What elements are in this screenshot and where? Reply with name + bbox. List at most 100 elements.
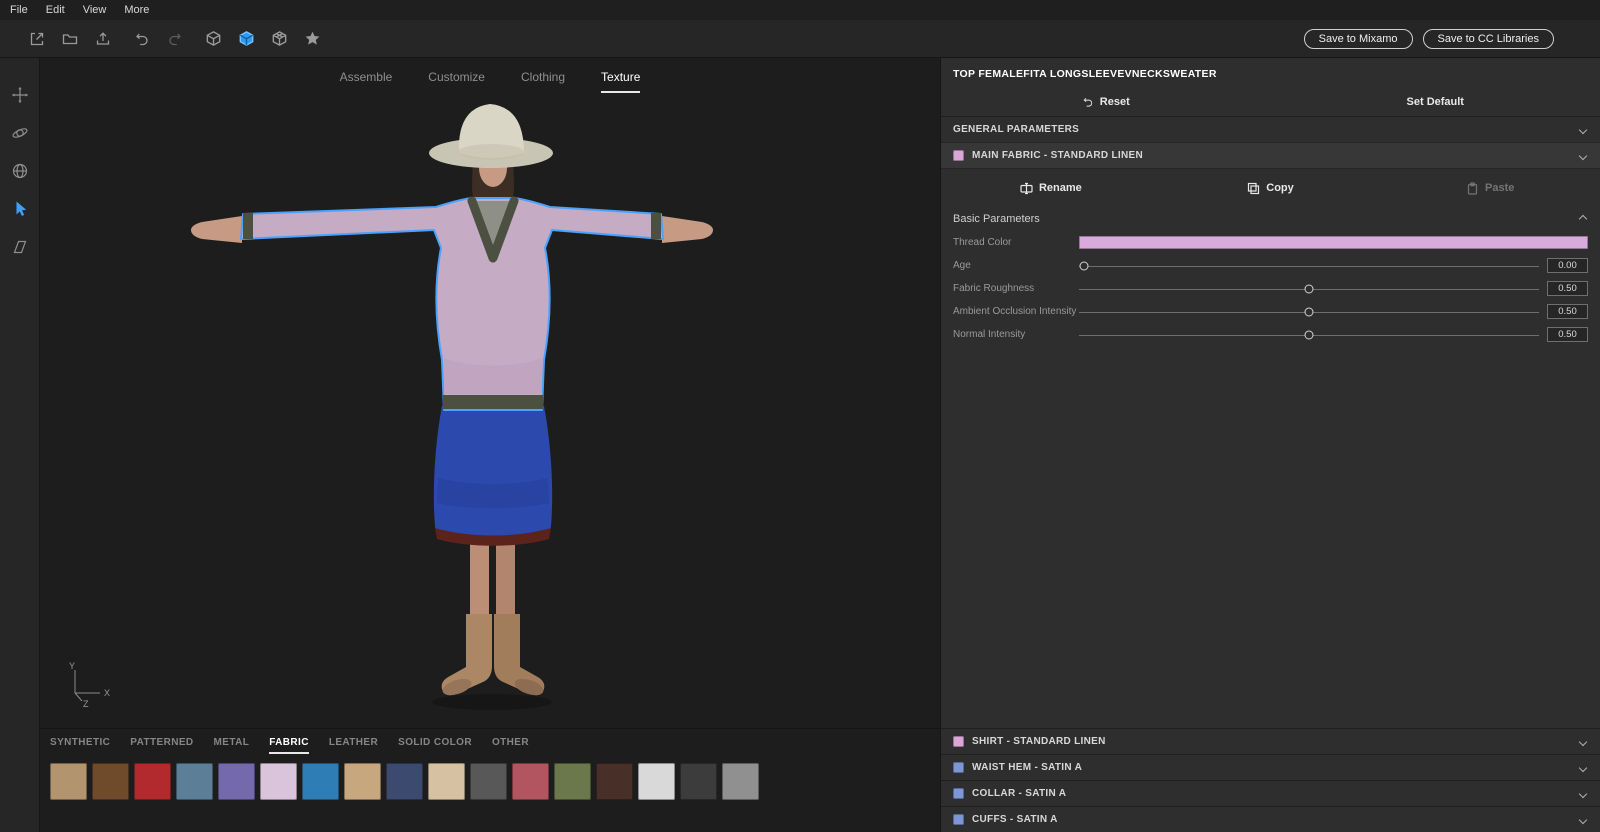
slider-handle[interactable]	[1305, 284, 1314, 293]
export-icon[interactable]	[86, 31, 119, 47]
fabric-swatch[interactable]	[50, 763, 87, 800]
collar-section-header[interactable]: COLLAR - SATIN A	[941, 780, 1600, 806]
tab-clothing[interactable]: Clothing	[521, 70, 565, 93]
fabric-roughness-value[interactable]: 0.50	[1547, 281, 1588, 296]
age-value[interactable]: 0.00	[1547, 258, 1588, 273]
tab-leather[interactable]: LEATHER	[329, 737, 378, 754]
slider-track	[1079, 266, 1539, 267]
paste-button[interactable]: Paste	[1380, 182, 1600, 195]
inspector-panel: TOP FEMALEFITA LONGSLEEVEVNECKSWEATER Re…	[940, 58, 1600, 832]
fabric-swatch[interactable]	[344, 763, 381, 800]
menu-view[interactable]: View	[83, 4, 107, 16]
open-folder-icon[interactable]	[53, 31, 86, 47]
normal-intensity-value[interactable]: 0.50	[1547, 327, 1588, 342]
favorites-star-icon[interactable]	[296, 30, 329, 47]
fabric-roughness-label: Fabric Roughness	[953, 283, 1079, 294]
menu-file[interactable]: File	[10, 4, 28, 16]
thread-color-picker[interactable]	[1079, 236, 1588, 249]
shaded-cube-icon-active[interactable]	[230, 30, 263, 47]
chevron-down-icon	[1579, 763, 1587, 771]
waist-hem-section-header[interactable]: WAIST HEM - SATIN A	[941, 754, 1600, 780]
fabric-swatch[interactable]	[512, 763, 549, 800]
age-slider[interactable]	[1079, 254, 1539, 277]
normal-intensity-row: Normal Intensity 0.50	[941, 323, 1600, 346]
copy-icon	[1247, 182, 1260, 195]
waist-hem-section-label: WAIST HEM - SATIN A	[972, 762, 1082, 773]
material-browser: SYNTHETIC PATTERNED METAL FABRIC LEATHER…	[40, 728, 940, 832]
viewport[interactable]: Assemble Customize Clothing Texture	[40, 58, 940, 832]
copy-button[interactable]: Copy	[1161, 182, 1381, 195]
save-to-cc-libraries-button[interactable]: Save to CC Libraries	[1423, 29, 1555, 49]
rename-label: Rename	[1039, 182, 1082, 194]
save-to-mixamo-button[interactable]: Save to Mixamo	[1304, 29, 1413, 49]
fabric-swatch[interactable]	[680, 763, 717, 800]
fabric-swatch[interactable]	[302, 763, 339, 800]
main-fabric-label: MAIN FABRIC - STANDARD LINEN	[972, 150, 1143, 161]
tool-sidebar	[0, 58, 40, 832]
tab-customize[interactable]: Customize	[428, 70, 485, 93]
general-parameters-label: GENERAL PARAMETERS	[953, 124, 1079, 135]
ambient-occlusion-label: Ambient Occlusion Intensity	[953, 306, 1079, 317]
fabric-swatch[interactable]	[134, 763, 171, 800]
paste-label: Paste	[1485, 182, 1514, 194]
menu-more[interactable]: More	[124, 4, 149, 16]
fabric-swatch[interactable]	[722, 763, 759, 800]
tab-fabric[interactable]: FABRIC	[269, 737, 309, 754]
fabric-swatch[interactable]	[386, 763, 423, 800]
fabric-swatch-strip	[50, 763, 940, 800]
tab-patterned[interactable]: PATTERNED	[130, 737, 193, 754]
chevron-up-icon	[1579, 215, 1587, 223]
shirt-section-header[interactable]: SHIRT - STANDARD LINEN	[941, 728, 1600, 754]
move-tool-icon[interactable]	[9, 84, 31, 106]
slider-handle[interactable]	[1079, 261, 1088, 270]
tab-synthetic[interactable]: SYNTHETIC	[50, 737, 110, 754]
axis-y-label: Y	[69, 661, 75, 671]
fabric-swatch[interactable]	[554, 763, 591, 800]
character-model[interactable]	[40, 58, 940, 832]
fabric-swatch[interactable]	[638, 763, 675, 800]
main-fabric-header[interactable]: MAIN FABRIC - STANDARD LINEN	[941, 143, 1600, 169]
tab-assemble[interactable]: Assemble	[340, 70, 393, 93]
textured-cube-icon[interactable]	[263, 30, 296, 47]
redo-icon[interactable]	[158, 31, 191, 47]
fabric-swatch[interactable]	[470, 763, 507, 800]
ambient-occlusion-slider[interactable]	[1079, 300, 1539, 323]
ambient-occlusion-value[interactable]: 0.50	[1547, 304, 1588, 319]
orbit-tool-icon[interactable]	[9, 122, 31, 144]
slider-handle[interactable]	[1305, 330, 1314, 339]
main-fabric-swatch	[953, 150, 964, 161]
fabric-swatch[interactable]	[176, 763, 213, 800]
set-default-button[interactable]: Set Default	[1271, 96, 1600, 108]
fabric-swatch[interactable]	[92, 763, 129, 800]
cuffs-section-header[interactable]: CUFFS - SATIN A	[941, 806, 1600, 832]
menu-edit[interactable]: Edit	[46, 4, 65, 16]
shear-tool-icon[interactable]	[9, 236, 31, 258]
reset-button[interactable]: Reset	[941, 96, 1271, 108]
tab-metal[interactable]: METAL	[214, 737, 250, 754]
undo-icon[interactable]	[125, 31, 158, 47]
fabric-roughness-slider[interactable]	[1079, 277, 1539, 300]
general-parameters-header[interactable]: GENERAL PARAMETERS	[941, 117, 1600, 143]
tab-texture[interactable]: Texture	[601, 70, 640, 93]
thread-color-row: Thread Color	[941, 231, 1600, 254]
globe-tool-icon[interactable]	[9, 160, 31, 182]
select-tool-icon[interactable]	[9, 198, 31, 220]
fabric-swatch[interactable]	[596, 763, 633, 800]
fabric-swatch[interactable]	[218, 763, 255, 800]
copy-label: Copy	[1266, 182, 1294, 194]
slider-handle[interactable]	[1305, 307, 1314, 316]
fabric-action-bar: Rename Copy Paste	[941, 169, 1600, 207]
normal-intensity-slider[interactable]	[1079, 323, 1539, 346]
wireframe-cube-icon[interactable]	[197, 30, 230, 47]
rename-icon	[1020, 182, 1033, 195]
ambient-occlusion-row: Ambient Occlusion Intensity 0.50	[941, 300, 1600, 323]
tab-solid-color[interactable]: SOLID COLOR	[398, 737, 472, 754]
chevron-down-icon	[1579, 815, 1587, 823]
basic-parameters-header[interactable]: Basic Parameters	[941, 207, 1600, 231]
tab-other[interactable]: OTHER	[492, 737, 529, 754]
share-icon[interactable]	[20, 31, 53, 47]
rename-button[interactable]: Rename	[941, 182, 1161, 195]
collar-swatch	[953, 788, 964, 799]
fabric-swatch[interactable]	[428, 763, 465, 800]
fabric-swatch[interactable]	[260, 763, 297, 800]
